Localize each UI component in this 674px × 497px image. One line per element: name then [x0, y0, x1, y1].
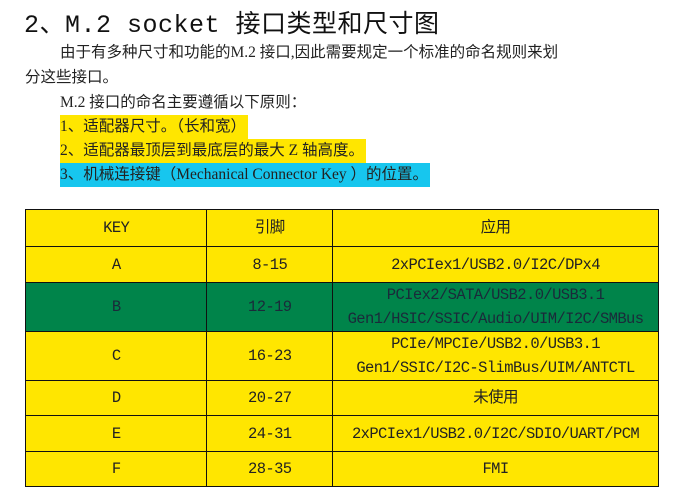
app-line: PCIe/MPCIe/USB2.0/USB3.1	[391, 335, 600, 353]
pins-cell: 28-35	[206, 451, 334, 487]
key-cell: C	[24, 331, 208, 381]
naming-principles-intro: M.2 接口的命名主要遵循以下原则：	[60, 94, 307, 111]
key-cell: E	[24, 415, 208, 452]
intro-line-2: 分这些接口。	[25, 69, 119, 86]
table-row: F 28-35 FMI	[24, 451, 659, 487]
table-row: C 16-23 PCIe/MPCIe/USB2.0/USB3.1 Gen1/SSI…	[24, 331, 659, 381]
pins-cell: 20-27	[206, 380, 334, 416]
app-cell: 2xPCIex1/USB2.0/I2C/DPx4	[332, 246, 659, 283]
app-line: Gen1/SSIC/I2C-SlimBus/UIM/ANTCTL	[356, 359, 635, 377]
intro-line-1: 由于有多种尺寸和功能的M.2 接口,因此需要规定一个标准的命名规则来划	[60, 44, 559, 61]
app-cell: PCIex2/SATA/USB2.0/USB3.1 Gen1/HSIC/SSIC/…	[332, 282, 659, 332]
table-header-row: KEY 引脚 应用	[24, 209, 659, 247]
pins-cell: 8-15	[206, 246, 334, 283]
header-application: 应用	[332, 209, 659, 247]
rule-3: 3、机械连接键（Mechanical Connector Key ）的位置。	[60, 163, 431, 187]
key-cell: B	[24, 282, 208, 332]
section-title: 2、M.2 socket 接口类型和尺寸图	[24, 11, 440, 40]
app-line: PCIex2/SATA/USB2.0/USB3.1	[386, 286, 605, 304]
table-row: A 8-15 2xPCIex1/USB2.0/I2C/DPx4	[24, 246, 659, 283]
key-cell: D	[24, 380, 208, 416]
header-pins: 引脚	[206, 209, 334, 247]
app-cell: FMI	[332, 451, 659, 487]
app-line: Gen1/HSIC/SSIC/Audio/UIM/I2C/SMBus	[347, 310, 644, 328]
key-cell: A	[24, 246, 208, 283]
app-cell: 未使用	[332, 380, 659, 416]
header-key: KEY	[24, 209, 208, 247]
pins-cell: 24-31	[206, 415, 334, 452]
pins-cell: 12-19	[206, 282, 334, 332]
rule-1: 1、适配器尺寸。（长和宽）	[60, 115, 249, 139]
table-row: E 24-31 2xPCIex1/USB2.0/I2C/SDIO/UART/PC…	[24, 415, 659, 452]
table-row: D 20-27 未使用	[24, 380, 659, 416]
table-row: B 12-19 PCIex2/SATA/USB2.0/USB3.1 Gen1/HS…	[24, 282, 659, 332]
pins-cell: 16-23	[206, 331, 334, 381]
key-table: KEY 引脚 应用 A 8-15 2xPCIex1/USB2.0/I2C/DPx…	[24, 209, 659, 487]
key-cell: F	[24, 451, 208, 487]
app-cell: PCIe/MPCIe/USB2.0/USB3.1 Gen1/SSIC/I2C-Sl…	[332, 331, 659, 381]
app-cell: 2xPCIex1/USB2.0/I2C/SDIO/UART/PCM	[332, 415, 659, 452]
rule-2: 2、适配器最顶层到最底层的最大 Z 轴高度。	[60, 139, 366, 163]
